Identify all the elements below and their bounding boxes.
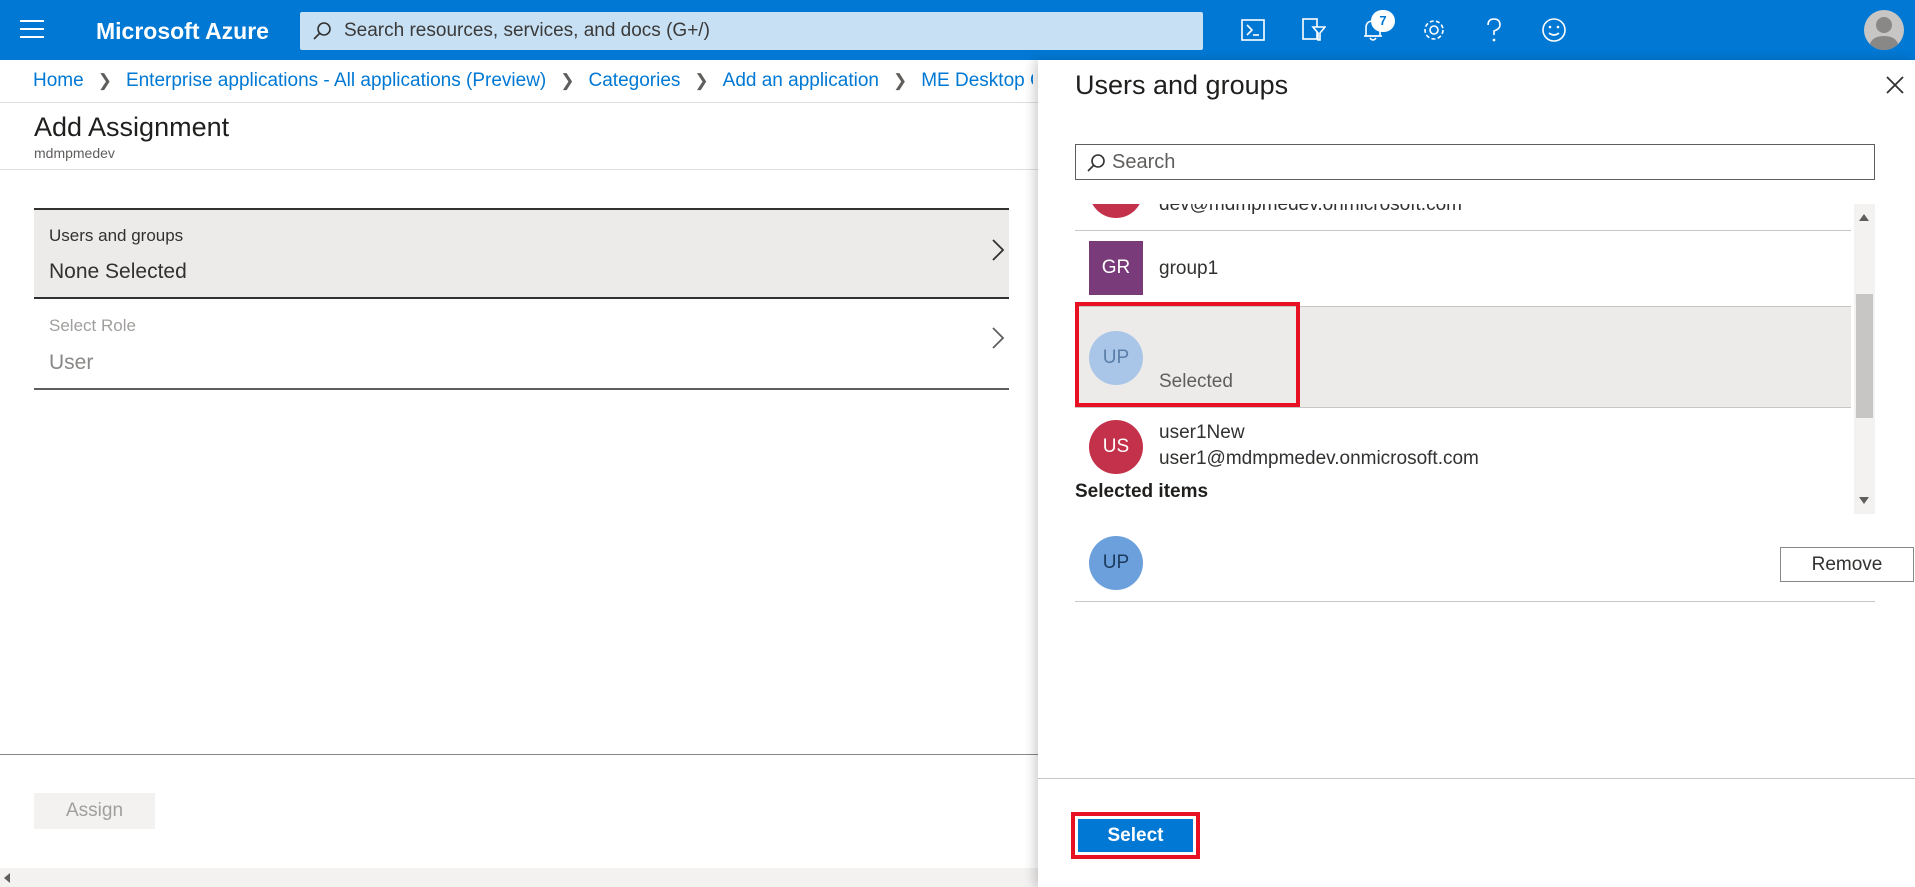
- selected-item-row: UP Remove: [1075, 522, 1914, 602]
- global-search-input[interactable]: [344, 12, 1184, 50]
- users-and-groups-label: Users and groups: [49, 226, 184, 245]
- scroll-up-arrow-icon[interactable]: [1859, 214, 1869, 221]
- chevron-right-icon: ❯: [892, 71, 908, 90]
- search-icon: [312, 21, 332, 46]
- panel-search[interactable]: [1075, 144, 1875, 180]
- global-search[interactable]: [300, 12, 1203, 50]
- chevron-right-icon: ❯: [560, 71, 575, 90]
- remove-button[interactable]: Remove: [1780, 547, 1914, 582]
- list-item-selected[interactable]: UP Selected: [1075, 307, 1851, 408]
- hamburger-menu-icon[interactable]: [20, 20, 44, 40]
- select-role-value: User: [49, 351, 94, 374]
- list-item-name: group1: [1159, 258, 1219, 279]
- horizontal-scrollbar[interactable]: [0, 868, 1038, 887]
- divider: [0, 169, 1040, 170]
- list-item-status: Selected: [1159, 371, 1233, 392]
- avatar: UP: [1089, 536, 1143, 590]
- users-and-groups-panel: Users and groups dev@mdmpmedev.onmicroso…: [1038, 60, 1915, 887]
- list-item[interactable]: dev@mdmpmedev.onmicrosoft.com: [1075, 204, 1851, 231]
- breadcrumb-enterprise-apps[interactable]: Enterprise applications - All applicatio…: [126, 70, 546, 91]
- top-bar: Microsoft Azure 7: [0, 0, 1915, 60]
- avatar: [1089, 204, 1143, 218]
- breadcrumb-add-application[interactable]: Add an application: [723, 70, 879, 91]
- page-title: Add Assignment: [34, 112, 230, 142]
- breadcrumb-me-desktop[interactable]: ME Desktop Cen: [921, 70, 1033, 91]
- list-item-name: user1New: [1159, 422, 1245, 443]
- users-and-groups-value: None Selected: [49, 260, 187, 283]
- help-icon[interactable]: [1478, 14, 1510, 46]
- selected-items-title: Selected items: [1075, 481, 1209, 502]
- select-role-label: Select Role: [49, 316, 136, 335]
- scroll-left-arrow-icon[interactable]: [4, 873, 10, 883]
- footer-divider: [0, 754, 1038, 755]
- select-role-row[interactable]: Select Role User: [34, 302, 1009, 390]
- search-icon: [1086, 153, 1106, 178]
- avatar: US: [1089, 420, 1143, 474]
- brand-title[interactable]: Microsoft Azure: [96, 18, 269, 45]
- assign-button[interactable]: Assign: [34, 793, 155, 829]
- scroll-down-arrow-icon[interactable]: [1859, 497, 1869, 504]
- close-icon[interactable]: [1884, 74, 1906, 96]
- panel-search-input[interactable]: [1112, 145, 1862, 179]
- vertical-scrollbar[interactable]: [1854, 204, 1875, 514]
- users-and-groups-row[interactable]: Users and groups None Selected: [34, 208, 1009, 299]
- directory-filter-icon[interactable]: [1297, 14, 1329, 46]
- chevron-right-icon: ❯: [694, 71, 709, 90]
- select-button-highlight: Select: [1071, 812, 1200, 859]
- avatar: UP: [1089, 331, 1143, 385]
- chevron-right-icon: [991, 326, 1005, 355]
- feedback-smiley-icon[interactable]: [1538, 14, 1570, 46]
- panel-title: Users and groups: [1075, 70, 1289, 100]
- divider: [0, 102, 1040, 103]
- breadcrumb-home[interactable]: Home: [33, 70, 84, 91]
- chevron-right-icon: ❯: [97, 71, 112, 90]
- cloud-shell-icon[interactable]: [1237, 14, 1269, 46]
- panel-footer-divider: [1038, 778, 1915, 779]
- scrollbar-thumb[interactable]: [1856, 294, 1873, 418]
- list-item[interactable]: GR group1: [1075, 231, 1851, 307]
- list-item[interactable]: US user1New user1@mdmpmedev.onmicrosoft.…: [1075, 408, 1851, 488]
- list-item-email: user1@mdmpmedev.onmicrosoft.com: [1159, 448, 1479, 469]
- avatar: GR: [1089, 241, 1143, 295]
- page-subtitle: mdmpmedev: [34, 145, 115, 161]
- list-item-email: dev@mdmpmedev.onmicrosoft.com: [1159, 204, 1462, 215]
- user-group-list: dev@mdmpmedev.onmicrosoft.com GR group1 …: [1075, 204, 1875, 514]
- notification-count-badge: 7: [1371, 10, 1395, 32]
- user-avatar[interactable]: [1864, 10, 1904, 50]
- breadcrumb: Home ❯ Enterprise applications - All appli…: [33, 70, 1033, 94]
- settings-icon[interactable]: [1418, 14, 1450, 46]
- select-button[interactable]: Select: [1078, 819, 1193, 852]
- chevron-right-icon: [991, 238, 1005, 267]
- breadcrumb-categories[interactable]: Categories: [589, 70, 681, 91]
